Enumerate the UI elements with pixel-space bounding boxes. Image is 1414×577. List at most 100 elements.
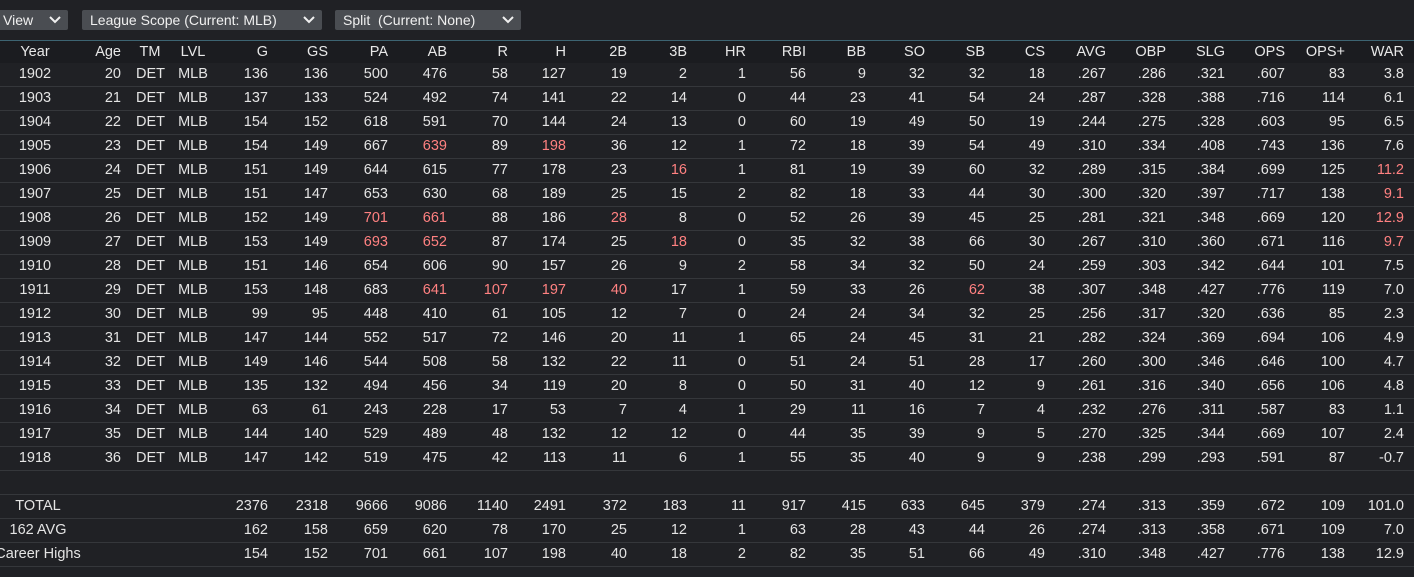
table-cell: .238 xyxy=(1077,450,1106,466)
table-cell: 174 xyxy=(541,234,566,250)
table-cell: 54 xyxy=(968,90,985,106)
table-cell: 7.5 xyxy=(1383,258,1404,274)
table-row[interactable]: 1902 20 DET MLB 136 136 500 476 58 127 19 2 1 56 9 32 32… xyxy=(0,63,1414,87)
table-cell: 105 xyxy=(541,306,566,322)
table-cell: 11 xyxy=(850,402,866,418)
table-cell: 19 xyxy=(610,66,627,82)
table-cell: .324 xyxy=(1137,330,1166,346)
column-header[interactable]: Year xyxy=(14,41,56,63)
table-row[interactable]: 1915 33 DET MLB 135 132 494 456 34 119 20 8 0 50 31 40 1… xyxy=(0,375,1414,399)
table-cell: 38 xyxy=(1028,282,1045,298)
column-header[interactable]: WAR xyxy=(1356,41,1404,63)
table-cell: 494 xyxy=(363,378,388,394)
table-row[interactable]: 1906 24 DET MLB 151 149 644 615 77 178 23 16 1 81 19 39… xyxy=(0,159,1414,183)
table-cell: 26 xyxy=(610,258,627,274)
table-row[interactable]: 1907 25 DET MLB 151 147 653 630 68 189 25 15 2 82 18 33… xyxy=(0,183,1414,207)
table-row[interactable]: 1911 29 DET MLB 153 148 683 641 107 197 40 17 1 59 33 2… xyxy=(0,279,1414,303)
summary-cell: 661 xyxy=(422,546,447,562)
table-cell: 62 xyxy=(968,282,985,298)
table-row[interactable]: 1909 27 DET MLB 153 149 693 652 87 174 25 18 0 35 32 38… xyxy=(0,231,1414,255)
table-cell: 23 xyxy=(104,138,121,154)
table-cell: 21 xyxy=(1028,330,1045,346)
column-header[interactable]: CS xyxy=(1005,41,1045,63)
table-row[interactable]: 1905 23 DET MLB 154 149 667 639 89 198 36 12 1 72 18 39… xyxy=(0,135,1414,159)
table-cell: 40 xyxy=(908,378,925,394)
column-header[interactable]: AB xyxy=(407,41,447,63)
table-cell: 524 xyxy=(363,90,388,106)
column-header[interactable]: Age xyxy=(95,41,121,63)
table-cell: 31 xyxy=(968,330,985,346)
table-cell: DET xyxy=(136,258,165,274)
summary-cell: 9666 xyxy=(355,498,388,514)
table-cell: MLB xyxy=(178,210,208,226)
column-header[interactable]: TM xyxy=(136,41,164,63)
summary-cell: .358 xyxy=(1196,522,1225,538)
summary-cell: 11 xyxy=(730,498,746,514)
table-cell: 22 xyxy=(104,114,121,130)
table-cell: 99 xyxy=(251,306,268,322)
column-header[interactable]: BB xyxy=(826,41,866,63)
table-row[interactable]: 1917 35 DET MLB 144 140 529 489 48 132 12 12 0 44 35 39… xyxy=(0,423,1414,447)
table-row[interactable]: 1913 31 DET MLB 147 144 552 517 72 146 20 11 1 65 24 45… xyxy=(0,327,1414,351)
column-header[interactable]: HR xyxy=(706,41,746,63)
table-cell: 24 xyxy=(1028,90,1045,106)
league-scope-dropdown[interactable]: League Scope (Current: MLB) xyxy=(82,10,322,30)
column-header[interactable]: OPS xyxy=(1243,41,1285,63)
column-header[interactable]: AVG xyxy=(1064,41,1106,63)
table-cell: 142 xyxy=(303,450,328,466)
summary-cell: 9086 xyxy=(414,498,447,514)
table-cell: 61 xyxy=(491,306,508,322)
table-row[interactable]: 1916 34 DET MLB 63 61 243 228 17 53 7 4 1 29 11 16 7 4 .23… xyxy=(0,399,1414,423)
column-header[interactable]: R xyxy=(468,41,508,63)
table-cell: 476 xyxy=(422,66,447,82)
table-row[interactable]: 1910 28 DET MLB 151 146 654 606 90 157 26 9 2 58 34 32 5… xyxy=(0,255,1414,279)
table-cell: 44 xyxy=(968,186,985,202)
table-cell: 1 xyxy=(737,282,746,298)
table-cell: 654 xyxy=(363,258,388,274)
table-cell: .310 xyxy=(1077,138,1106,154)
table-row[interactable]: 1912 30 DET MLB 99 95 448 410 61 105 12 7 0 24 24 34 32 2… xyxy=(0,303,1414,327)
table-row[interactable]: 1908 26 DET MLB 152 149 701 661 88 186 28 8 0 52 26 39 4… xyxy=(0,207,1414,231)
table-cell: 1 xyxy=(737,66,746,82)
table-cell: 106 xyxy=(1320,330,1345,346)
summary-cell: 26 xyxy=(1028,522,1045,538)
table-row[interactable]: 1914 32 DET MLB 149 146 544 508 58 132 22 11 0 51 24 51… xyxy=(0,351,1414,375)
table-cell: 1.1 xyxy=(1383,402,1404,418)
table-cell: 153 xyxy=(243,282,268,298)
summary-cell: .427 xyxy=(1196,546,1225,562)
table-cell: DET xyxy=(136,114,165,130)
table-cell: 56 xyxy=(789,66,806,82)
view-dropdown[interactable]: View xyxy=(0,10,68,30)
column-header[interactable]: SLG xyxy=(1183,41,1225,63)
table-row[interactable]: 1903 21 DET MLB 137 133 524 492 74 141 22 14 0 44 23 41… xyxy=(0,87,1414,111)
column-header[interactable]: PA xyxy=(348,41,388,63)
column-header[interactable]: LVL xyxy=(176,41,210,63)
table-row[interactable]: 1904 22 DET MLB 154 152 618 591 70 144 24 13 0 60 19 49… xyxy=(0,111,1414,135)
table-cell: 17 xyxy=(1028,354,1045,370)
table-cell: 40 xyxy=(908,450,925,466)
table-cell: 7.0 xyxy=(1383,282,1404,298)
table-cell: 58 xyxy=(789,258,806,274)
table-cell: .328 xyxy=(1137,90,1166,106)
column-header[interactable]: OBP xyxy=(1124,41,1166,63)
column-header[interactable]: G xyxy=(228,41,268,63)
table-cell: 2 xyxy=(737,258,746,274)
column-header[interactable]: GS xyxy=(288,41,328,63)
summary-cell: 40 xyxy=(610,546,627,562)
column-header[interactable]: SO xyxy=(885,41,925,63)
column-header[interactable]: RBI xyxy=(766,41,806,63)
column-header[interactable]: OPS+ xyxy=(1303,41,1345,63)
table-cell: 149 xyxy=(303,162,328,178)
table-cell: 33 xyxy=(104,378,121,394)
chevron-down-icon xyxy=(48,10,62,30)
table-row[interactable]: 1918 36 DET MLB 147 142 519 475 42 113 11 6 1 55 35 40 9… xyxy=(0,447,1414,471)
column-header[interactable]: SB xyxy=(945,41,985,63)
column-header[interactable]: 3B xyxy=(647,41,687,63)
column-header[interactable]: H xyxy=(526,41,566,63)
summary-cell: .672 xyxy=(1256,498,1285,514)
split-dropdown[interactable]: Split (Current: None) xyxy=(335,10,521,30)
table-cell: 18 xyxy=(1028,66,1045,82)
table-cell: 27 xyxy=(104,234,121,250)
column-header[interactable]: 2B xyxy=(587,41,627,63)
table-cell: 4 xyxy=(1036,402,1045,418)
